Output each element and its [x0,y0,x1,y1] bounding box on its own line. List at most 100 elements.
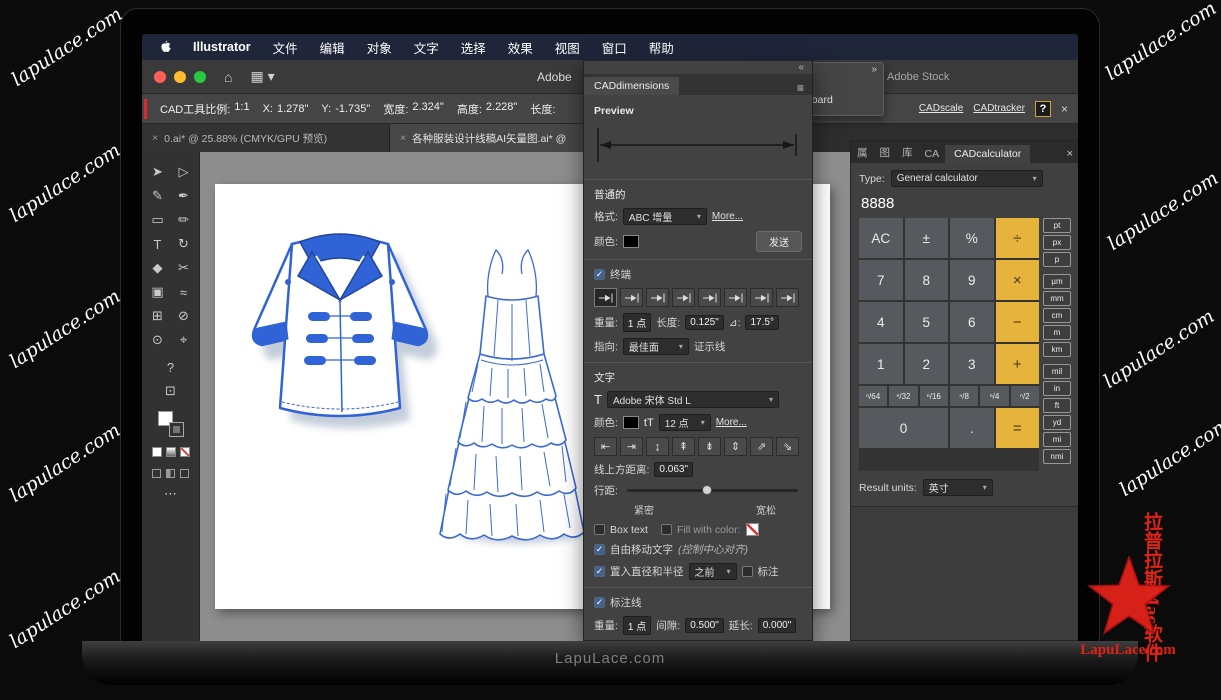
calc-key-5[interactable]: 5 [905,302,949,342]
calc-key-equals[interactable]: = [996,408,1040,448]
font-select[interactable]: Adobe 宋体 Std L [607,391,779,408]
draw-behind-icon[interactable] [166,469,175,478]
calc-key-minus[interactable]: − [996,302,1040,342]
type-tool[interactable]: T [154,237,162,252]
workspace-switcher-icon[interactable]: ▦ ▾ [250,68,274,85]
menu-item-help[interactable]: 帮助 [649,38,674,57]
help-tool-icon[interactable]: ? [167,360,174,375]
diameter-checkbox[interactable] [594,566,605,577]
text-position-button[interactable]: ⇞ [672,437,695,456]
end-style-button[interactable] [724,288,747,307]
calc-key-6[interactable]: 6 [950,302,994,342]
leader-extension-input[interactable]: 0.000" [758,618,797,633]
screen-mode-buttons[interactable] [152,469,189,478]
cadtools-help-button[interactable]: ? [1035,101,1051,117]
calc-key-1-16[interactable]: ⁿ/16 [920,386,948,406]
unit-nmi[interactable]: nmi [1043,449,1071,464]
end-style-button[interactable] [594,288,617,307]
width-value[interactable]: 2.324" [412,101,443,117]
end-style-button[interactable] [620,288,643,307]
calc-key-plusminus[interactable]: ± [905,218,949,258]
height-value[interactable]: 2.228" [486,101,517,117]
format-select[interactable]: ABC 增量 [623,208,707,225]
menu-item-select[interactable]: 选择 [461,38,486,57]
artboard-tool[interactable]: ▣ [151,284,163,300]
y-value[interactable]: -1.735" [335,103,370,115]
text-position-button[interactable]: ⇗ [750,437,773,456]
slider-thumb[interactable] [702,485,712,495]
send-button[interactable]: 发送 [756,231,802,252]
orient-select[interactable]: 最佳面 [623,338,689,355]
panel-menu-icon[interactable]: ≡ [797,81,804,95]
paintbrush-tool[interactable]: ✏ [178,212,189,228]
fill-none-swatch[interactable] [746,523,759,536]
shaper-tool[interactable]: ◆ [153,260,163,276]
cad-scale-value[interactable]: 1:1 [234,101,249,117]
end-weight-input[interactable]: 1 点 [623,313,651,332]
end-style-button[interactable] [698,288,721,307]
draw-inside-icon[interactable] [180,469,189,478]
calc-key-dot[interactable]: . [950,408,994,448]
close-tab-icon[interactable]: × [400,132,406,144]
text-position-button[interactable]: ⇥ [620,437,643,456]
text-position-button[interactable]: ↨ [646,437,669,456]
unit-in[interactable]: in [1043,381,1071,396]
x-value[interactable]: 1.278" [277,103,308,115]
panel-tab-cadcalculator[interactable]: CADcalculator [945,145,1030,163]
pen-tool[interactable]: ✒ [178,188,189,204]
unit-mm[interactable]: mm [1043,291,1071,306]
expand-icon[interactable]: » [871,64,877,75]
unit-yd[interactable]: yd [1043,415,1071,430]
calc-key-multiply[interactable]: × [996,260,1040,300]
leader-checkbox[interactable] [594,597,605,608]
unit-px[interactable]: px [1043,235,1071,250]
selection-tool[interactable]: ➤ [152,164,163,180]
close-panel-icon[interactable]: × [1061,148,1078,163]
unit-mi[interactable]: mi [1043,432,1071,447]
calc-key-percent[interactable]: % [950,218,994,258]
collapse-icon[interactable]: « [798,62,804,73]
fill-stroke-swatches[interactable] [158,411,184,437]
panel-tab-layers[interactable]: 图 [874,142,897,163]
free-move-checkbox[interactable] [594,544,605,555]
menu-item-file[interactable]: 文件 [273,38,298,57]
diameter-position-select[interactable]: 之前 [689,563,737,580]
fullscreen-window-button[interactable] [194,71,206,83]
pencil-tool[interactable]: ✎ [152,188,163,204]
end-style-button[interactable] [646,288,669,307]
leader-gap-input[interactable]: 0.500" [685,618,724,633]
caddimensions-title[interactable]: CADdimensions [584,77,679,95]
dimension-color-swatch[interactable] [623,235,639,248]
callout-checkbox[interactable] [742,566,753,577]
eraser-tool[interactable]: ⊘ [178,308,189,324]
text-position-button[interactable]: ⇘ [776,437,799,456]
end-style-button[interactable] [672,288,695,307]
font-size-select[interactable]: 12 点 [659,414,711,431]
more-tools-icon[interactable]: ⋯ [164,486,177,502]
menu-item-effect[interactable]: 效果 [508,38,533,57]
ends-checkbox[interactable] [594,269,605,280]
cadscale-link[interactable]: CADscale [919,103,963,114]
witness-lines-label[interactable]: 证示线 [694,339,726,354]
cadtracker-link[interactable]: CADtracker [973,103,1025,114]
text-position-button[interactable]: ⇟ [698,437,721,456]
rectangle-tool[interactable]: ▭ [151,212,163,228]
calc-key-ac[interactable]: AC [859,218,903,258]
text-more-link[interactable]: More... [716,417,747,428]
offset-input[interactable]: 0.063" [654,462,693,477]
menu-item-object[interactable]: 对象 [367,38,392,57]
direct-selection-tool[interactable]: ▷ [179,164,189,180]
unit-um[interactable]: µm [1043,274,1071,289]
document-tab-1[interactable]: × 0.ai* @ 25.88% (CMYK/GPU 预览) [142,124,390,152]
gradient-swatch[interactable] [166,447,176,457]
text-position-button[interactable]: ⇤ [594,437,617,456]
close-icon[interactable]: × [1061,102,1068,116]
home-icon[interactable]: ⌂ [224,69,232,85]
box-text-checkbox[interactable] [594,524,605,535]
end-length-input[interactable]: 0.125" [685,315,724,330]
calculator-type-select[interactable]: General calculator [891,170,1043,187]
stroke-swatch[interactable] [169,422,184,437]
unit-p[interactable]: p [1043,252,1071,267]
unit-mil[interactable]: mil [1043,364,1071,379]
calc-key-3[interactable]: 3 [950,344,994,384]
